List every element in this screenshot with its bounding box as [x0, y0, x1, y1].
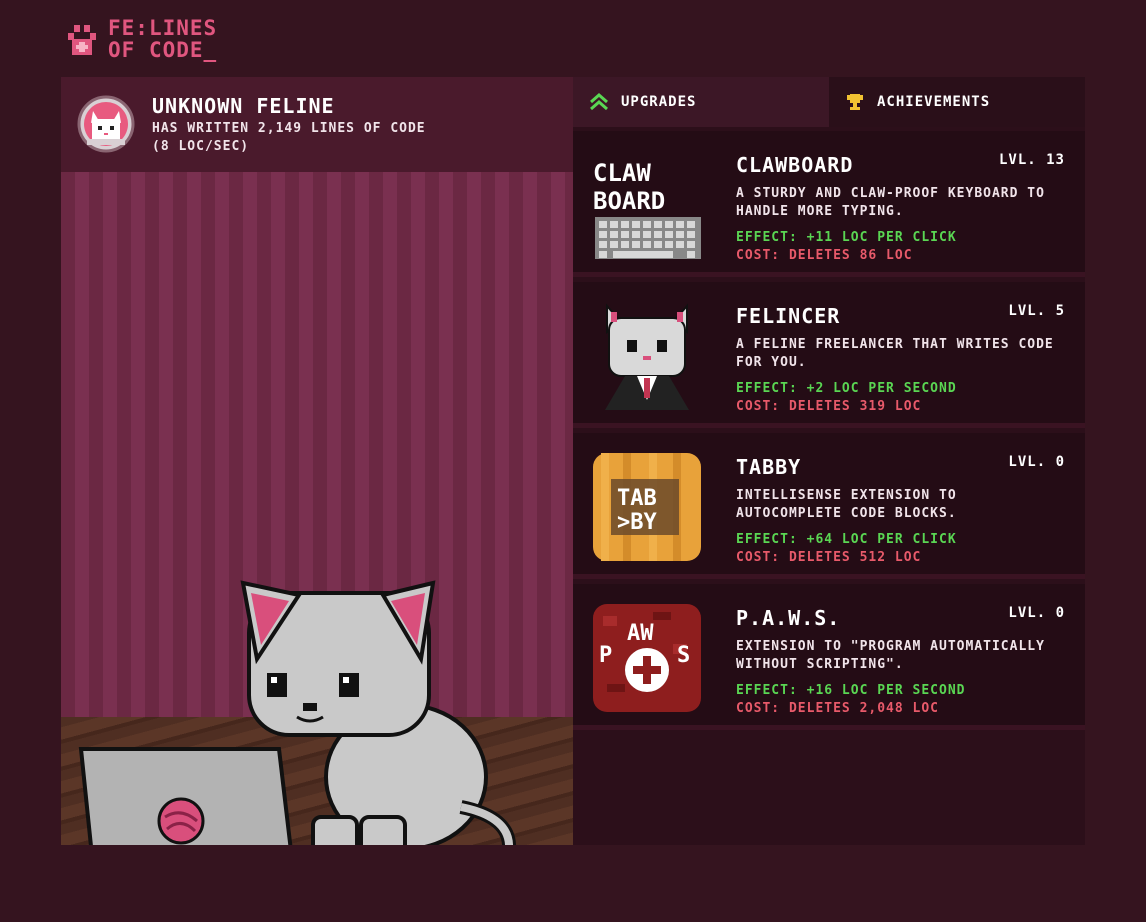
upgrade-level: LVL. 13	[998, 152, 1065, 168]
profile-bar: UNKNOWN FELINE HAS WRITTEN 2,149 LINES O…	[61, 77, 573, 172]
upgrade-item-felincer[interactable]: FELINCER LVL. 5 A FELINE FREELANCER THAT…	[573, 282, 1085, 428]
keyboard-icon: CLAW BOARD	[593, 159, 701, 259]
logo-text: FE:LINES OF CODE_	[108, 17, 217, 61]
upgrade-cost: COST: DELETES 86 LOC	[736, 248, 913, 263]
panel-tabs: UPGRADES ACHIEVEMENTS	[573, 77, 1085, 127]
upgrade-cost: COST: DELETES 319 LOC	[736, 399, 922, 414]
upgrade-description: A STURDY AND CLAW-PROOF KEYBOARD TO HAND…	[736, 186, 1045, 219]
player-name: UNKNOWN FELINE	[152, 94, 335, 118]
trophy-icon	[847, 94, 863, 110]
upgrade-description: A FELINE FREELANCER THAT WRITES CODE FOR…	[736, 337, 1054, 370]
svg-text:>BY: >BY	[617, 510, 657, 535]
upgrade-cost: COST: DELETES 2,048 LOC	[736, 701, 940, 716]
upgrade-description: INTELLISENSE EXTENSION TO AUTOCOMPLETE C…	[736, 488, 957, 521]
avatar	[77, 95, 135, 153]
upgrade-effect: EFFECT: +2 LOC PER SECOND	[736, 381, 957, 396]
upgrade-level: LVL. 5	[1008, 303, 1065, 319]
upgrade-level: LVL. 0	[1008, 605, 1065, 621]
lines-written-stat: HAS WRITTEN 2,149 LINES OF CODE	[152, 121, 426, 136]
loc-per-sec-stat: (8 LOC/SEC)	[152, 139, 250, 154]
logo-text-code: CODE	[135, 38, 204, 62]
shop-panel: UPGRADES ACHIEVEMENTS CLAW BOARD CLAWBOA…	[573, 77, 1085, 845]
tab-upgrades[interactable]: UPGRADES	[573, 77, 829, 127]
logo-text-fe: FE	[108, 16, 136, 40]
upgrade-description: EXTENSION TO "PROGRAM AUTOMATICALLY WITH…	[736, 639, 1045, 672]
upgrade-title: TABBY	[736, 455, 802, 479]
tab-achievements[interactable]: ACHIEVEMENTS	[829, 77, 1085, 127]
svg-text:S: S	[677, 643, 690, 668]
upgrade-effect: EFFECT: +64 LOC PER CLICK	[736, 532, 957, 547]
coding-scene[interactable]: UNKNOWN FELINE HAS WRITTEN 2,149 LINES O…	[61, 77, 573, 845]
app-logo: FE:LINES OF CODE_	[62, 14, 217, 64]
paws-extension-icon: AW P S	[593, 604, 701, 712]
chevrons-up-icon	[590, 93, 608, 111]
tab-upgrades-label: UPGRADES	[621, 94, 697, 110]
business-cat-icon	[605, 303, 689, 410]
upgrade-cost: COST: DELETES 512 LOC	[736, 550, 922, 565]
logo-cursor: _	[203, 38, 218, 62]
upgrade-item-paws[interactable]: AW P S P.A.W.S. LVL. 0 EXTENSION TO "PRO…	[573, 584, 1085, 730]
svg-text:BOARD: BOARD	[593, 187, 665, 215]
upgrade-effect: EFFECT: +11 LOC PER CLICK	[736, 230, 957, 245]
upgrade-title: FELINCER	[736, 304, 841, 328]
upgrade-title: P.A.W.S.	[736, 606, 841, 630]
upgrade-level: LVL. 0	[1008, 454, 1065, 470]
upgrade-effect: EFFECT: +16 LOC PER SECOND	[736, 683, 966, 698]
svg-text:P: P	[599, 643, 612, 668]
svg-text:CLAW: CLAW	[593, 159, 651, 187]
upgrade-item-tabby[interactable]: TAB >BY TABBY LVL. 0 INTELLISENSE EXTENS…	[573, 433, 1085, 579]
upgrade-title: CLAWBOARD	[736, 153, 854, 177]
logo-text-lines: :LINES	[135, 16, 218, 40]
upgrade-item-clawboard[interactable]: CLAW BOARD CLAWBOARD LVL. 13 A STURDY AN…	[573, 131, 1085, 277]
typing-cat-illustration[interactable]	[61, 477, 573, 845]
logo-text-of: OF	[108, 38, 136, 62]
paw-logo-icon	[68, 25, 96, 55]
svg-text:AW: AW	[627, 621, 654, 646]
tabby-extension-icon: TAB >BY	[593, 453, 701, 561]
svg-text:TAB: TAB	[617, 486, 657, 511]
tab-achievements-label: ACHIEVEMENTS	[877, 94, 991, 110]
